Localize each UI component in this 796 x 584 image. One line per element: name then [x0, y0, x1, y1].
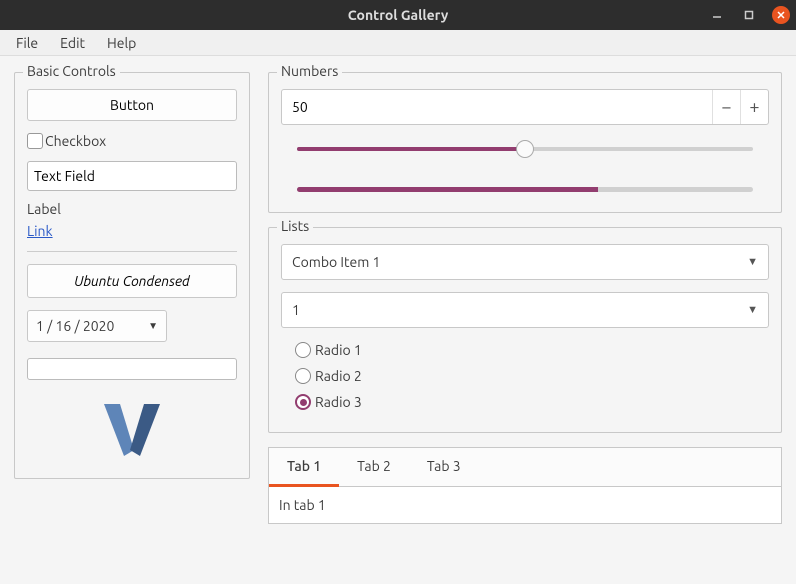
window-title: Control Gallery	[0, 7, 796, 23]
static-label: Label	[27, 201, 237, 217]
link[interactable]: Link	[27, 223, 53, 239]
basic-button[interactable]: Button	[27, 89, 237, 121]
checkbox-label: Checkbox	[45, 133, 106, 149]
chevron-down-icon: ▼	[747, 304, 758, 316]
tab-content: In tab 1	[269, 487, 781, 523]
basic-controls-group: Basic Controls Button Checkbox Label Lin…	[14, 72, 250, 479]
number-spinner[interactable]: − +	[281, 89, 769, 125]
radio-2-label: Radio 2	[315, 368, 362, 384]
color-well[interactable]	[27, 358, 237, 380]
lists-group: Lists Combo Item 1 ▼ 1 ▼ Radio 1 Radio 2	[268, 227, 782, 433]
tab-bar: Tab 1 Tab 2 Tab 3	[269, 448, 781, 487]
combo-2-value: 1	[292, 302, 300, 318]
progress-fill	[297, 187, 598, 192]
menubar: File Edit Help	[0, 30, 796, 56]
combo-2[interactable]: 1 ▼	[281, 292, 769, 328]
radio-group: Radio 1 Radio 2 Radio 3	[295, 342, 769, 410]
minimize-button[interactable]	[708, 6, 726, 24]
tab-3[interactable]: Tab 3	[409, 448, 479, 486]
checkbox-box[interactable]	[27, 133, 43, 149]
separator	[27, 251, 237, 252]
radio-3-circle[interactable]	[295, 394, 311, 410]
titlebar: Control Gallery	[0, 0, 796, 30]
maximize-button[interactable]	[740, 6, 758, 24]
spinner-plus-icon[interactable]: +	[740, 90, 768, 124]
radio-3[interactable]: Radio 3	[295, 394, 769, 410]
date-picker[interactable]: 1 / 16 / 2020 ▼	[27, 310, 167, 342]
menu-help[interactable]: Help	[97, 32, 146, 54]
menu-file[interactable]: File	[6, 32, 48, 54]
v-logo-icon	[100, 402, 164, 462]
chevron-down-icon: ▼	[148, 320, 158, 332]
radio-1-label: Radio 1	[315, 342, 362, 358]
spinner-minus-icon[interactable]: −	[712, 90, 740, 124]
lists-legend: Lists	[277, 218, 313, 234]
checkbox-row[interactable]: Checkbox	[27, 133, 237, 149]
tab-1[interactable]: Tab 1	[269, 448, 339, 487]
radio-3-label: Radio 3	[315, 394, 362, 410]
numbers-legend: Numbers	[277, 63, 342, 79]
spinner-input[interactable]	[282, 99, 712, 115]
combo-1[interactable]: Combo Item 1 ▼	[281, 244, 769, 280]
tab-container: Tab 1 Tab 2 Tab 3 In tab 1	[268, 447, 782, 524]
slider[interactable]	[297, 139, 753, 159]
radio-1[interactable]: Radio 1	[295, 342, 769, 358]
slider-fill	[297, 147, 525, 151]
close-button[interactable]	[772, 6, 790, 24]
radio-1-circle[interactable]	[295, 342, 311, 358]
font-picker-button[interactable]: Ubuntu Condensed	[27, 264, 237, 298]
date-text: 1 / 16 / 2020	[36, 318, 114, 334]
progress-bar	[297, 187, 753, 192]
radio-2[interactable]: Radio 2	[295, 368, 769, 384]
menu-edit[interactable]: Edit	[50, 32, 95, 54]
chevron-down-icon: ▼	[747, 256, 758, 268]
combo-1-value: Combo Item 1	[292, 254, 380, 270]
radio-2-circle[interactable]	[295, 368, 311, 384]
numbers-group: Numbers − +	[268, 72, 782, 213]
basic-controls-legend: Basic Controls	[23, 63, 120, 79]
tab-2[interactable]: Tab 2	[339, 448, 409, 486]
slider-thumb[interactable]	[516, 140, 534, 158]
text-field[interactable]	[27, 161, 237, 191]
